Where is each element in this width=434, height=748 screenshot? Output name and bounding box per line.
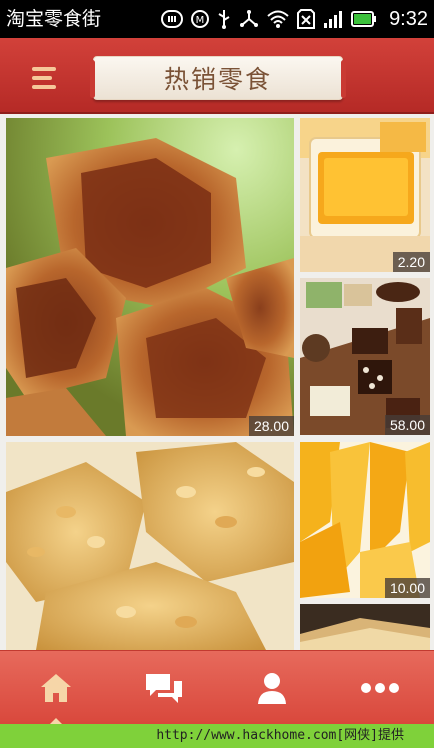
- product-image: [300, 118, 430, 272]
- home-icon: [41, 674, 71, 702]
- product-image: [6, 118, 294, 436]
- price-tag: 10.00: [384, 578, 430, 598]
- product-tile[interactable]: [6, 442, 294, 650]
- product-tile[interactable]: 2.20: [300, 118, 430, 272]
- product-image: [300, 278, 430, 435]
- price-tag: 2.20: [392, 252, 430, 272]
- more-icon: [361, 683, 399, 693]
- status-bar: 淘宝零食街 M 9:32: [0, 0, 434, 38]
- price-tag: 58.00: [384, 415, 430, 435]
- watermark: http://www.hackhome.com[网侠]提供: [0, 724, 434, 748]
- product-tile[interactable]: [300, 604, 430, 650]
- product-tile[interactable]: 28.00: [6, 118, 294, 436]
- product-image: [300, 604, 430, 650]
- status-icons: M 9:32: [161, 6, 428, 32]
- product-tile[interactable]: 58.00: [300, 278, 430, 435]
- no-sim-icon: [297, 9, 316, 29]
- title-plate: 热销零食: [90, 56, 346, 100]
- product-image: [300, 442, 430, 598]
- nav-home[interactable]: [2, 651, 110, 725]
- chat-icon: [146, 674, 182, 703]
- usb-icon: [217, 9, 231, 29]
- bottom-nav: [0, 650, 434, 725]
- wifi-icon: [267, 10, 289, 28]
- signal-icon: [323, 9, 343, 29]
- nav-more[interactable]: [326, 651, 434, 725]
- status-time: 9:32: [389, 8, 428, 30]
- status-app-name: 淘宝零食街: [6, 8, 102, 30]
- product-image: [6, 442, 294, 650]
- app-header: 热销零食: [0, 38, 434, 114]
- svg-text:M: M: [196, 15, 205, 26]
- menu-icon: [32, 67, 56, 71]
- product-tile[interactable]: 10.00: [300, 442, 430, 598]
- nav-messages[interactable]: [110, 651, 218, 725]
- sim-icon: M: [191, 10, 210, 28]
- nav-profile[interactable]: [218, 651, 326, 725]
- price-tag: 28.00: [248, 416, 294, 436]
- battery-saver-icon: [161, 10, 184, 28]
- battery-icon: [351, 10, 377, 28]
- user-icon: [258, 673, 286, 704]
- share-icon: [239, 9, 259, 29]
- product-grid: 28.00 2.20 58.00 10.00: [0, 114, 434, 650]
- page-title: 热销零食: [163, 65, 272, 94]
- menu-button[interactable]: [30, 66, 60, 90]
